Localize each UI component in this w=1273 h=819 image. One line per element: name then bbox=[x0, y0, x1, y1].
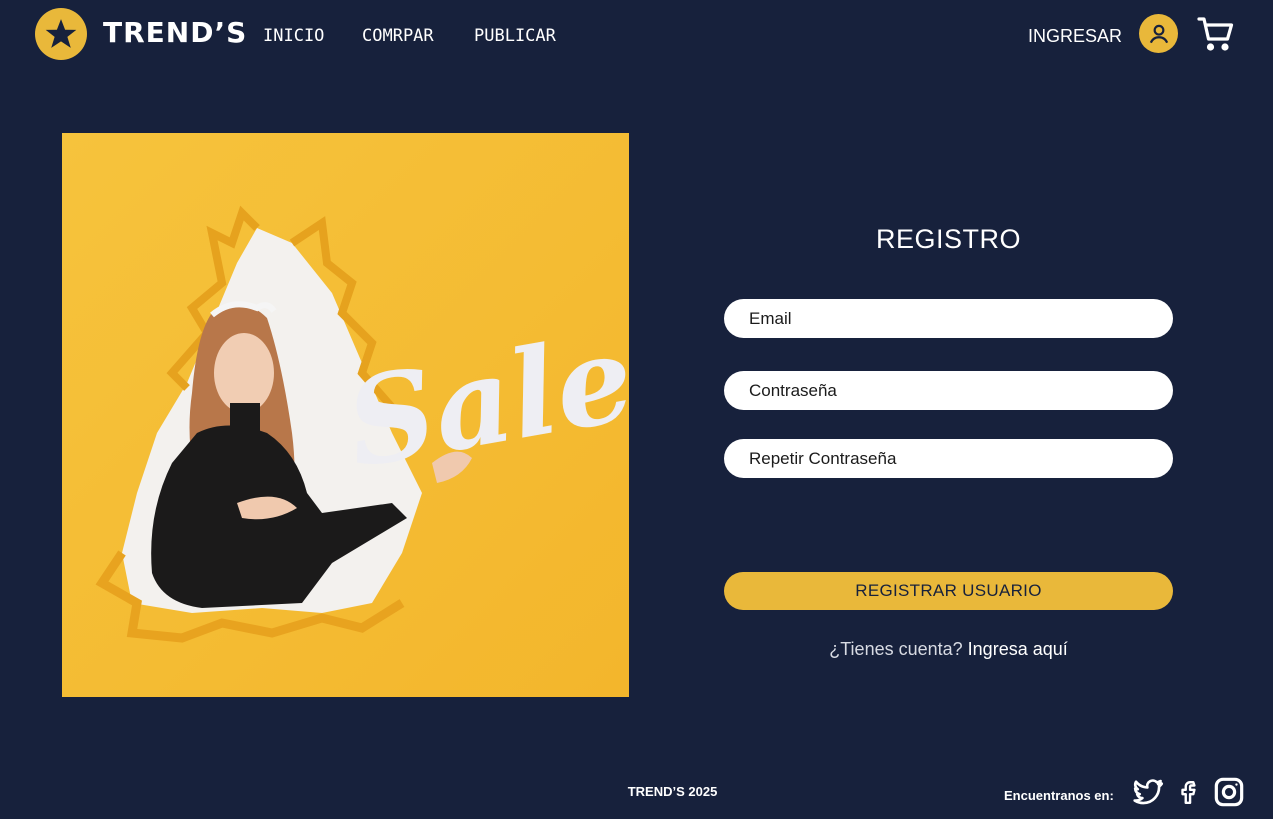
hero-image: Sale bbox=[62, 133, 629, 697]
email-field[interactable] bbox=[724, 299, 1173, 338]
nav-publicar[interactable]: PUBLICAR bbox=[474, 26, 556, 46]
cart-icon[interactable] bbox=[1196, 15, 1236, 53]
account-question: ¿Tienes cuenta? bbox=[829, 639, 963, 659]
password-field[interactable] bbox=[724, 371, 1173, 410]
header: TREND’S INICIO COMRPAR PUBLICAR INGRESAR bbox=[0, 0, 1273, 72]
login-link[interactable]: INGRESAR bbox=[1028, 26, 1122, 47]
footer-find-us: Encuentranos en: bbox=[1004, 788, 1114, 803]
form-title: REGISTRO bbox=[875, 224, 1021, 254]
login-here-link[interactable]: Ingresa aquí bbox=[968, 639, 1068, 659]
facebook-icon[interactable] bbox=[1176, 776, 1202, 808]
user-icon[interactable] bbox=[1139, 14, 1178, 53]
instagram-icon[interactable] bbox=[1213, 776, 1245, 808]
repeat-password-field[interactable] bbox=[724, 439, 1173, 478]
nav-inicio[interactable]: INICIO bbox=[263, 26, 324, 46]
logo-star-icon[interactable] bbox=[35, 8, 87, 60]
brand-name[interactable]: TREND’S bbox=[103, 16, 247, 49]
twitter-icon[interactable] bbox=[1131, 776, 1165, 808]
login-prompt: ¿Tienes cuenta? Ingresa aquí bbox=[724, 639, 1173, 660]
register-button[interactable]: REGISTRAR USUARIO bbox=[724, 572, 1173, 610]
nav-comprar[interactable]: COMRPAR bbox=[362, 26, 434, 46]
